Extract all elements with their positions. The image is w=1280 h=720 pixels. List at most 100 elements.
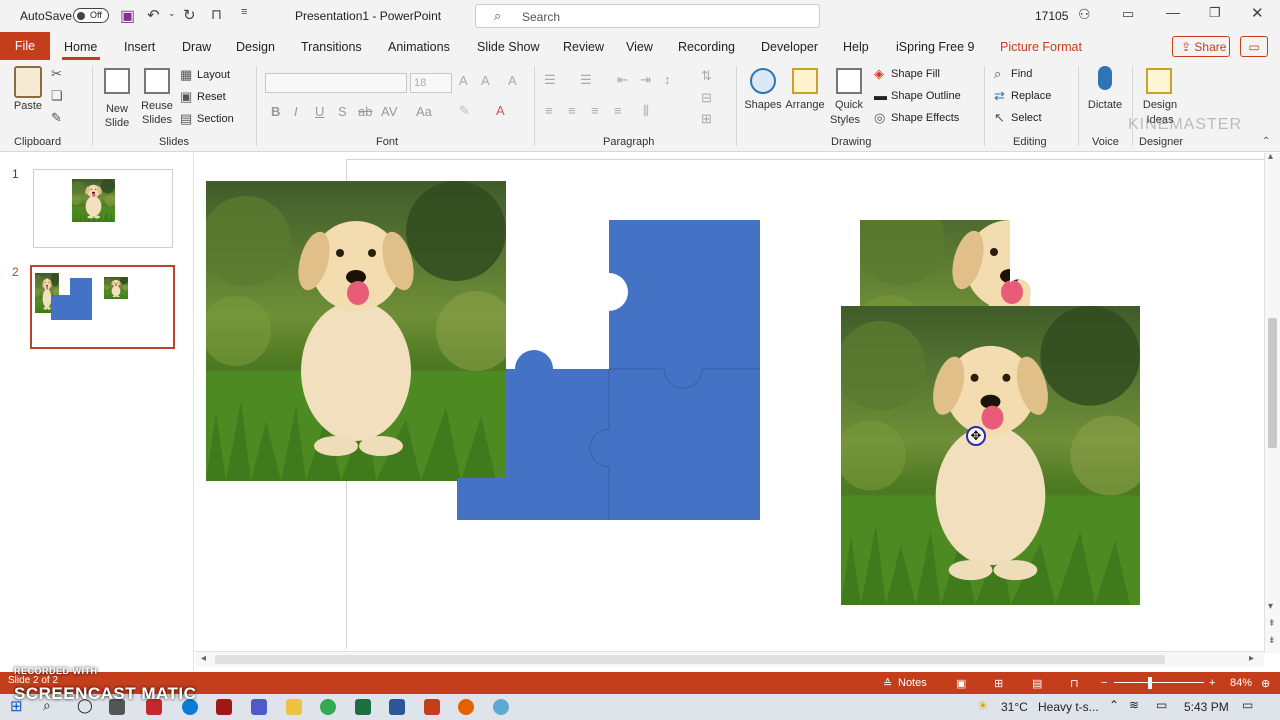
firefox-icon[interactable]: [458, 699, 474, 715]
shape-effects-button[interactable]: Shape Effects: [891, 112, 959, 124]
grow-font-icon[interactable]: A: [459, 73, 468, 88]
tab-insert[interactable]: Insert: [124, 40, 155, 54]
quick-styles-label-2[interactable]: Styles: [824, 114, 866, 126]
battery-icon[interactable]: ▭: [1156, 698, 1167, 712]
save-icon[interactable]: ▣: [120, 6, 135, 26]
shape-fill-button[interactable]: Shape Fill: [891, 68, 940, 80]
teams-icon[interactable]: [251, 699, 267, 715]
tab-developer[interactable]: Developer: [761, 40, 818, 54]
design-ideas-label-1[interactable]: Design: [1138, 99, 1182, 111]
collapse-ribbon-icon[interactable]: ⌃: [1262, 136, 1270, 147]
dog-piece-top-right[interactable]: [860, 220, 1032, 307]
shape-outline-button[interactable]: Shape Outline: [891, 90, 961, 102]
restore-icon[interactable]: ❐: [1209, 5, 1221, 21]
word-icon[interactable]: [389, 699, 405, 715]
line-spacing-icon[interactable]: ↕: [664, 72, 671, 87]
bold-button[interactable]: B: [271, 104, 280, 119]
quick-styles-icon[interactable]: [836, 68, 862, 94]
close-icon[interactable]: ✕: [1251, 4, 1264, 22]
tab-draw[interactable]: Draw: [182, 40, 211, 54]
weather-description[interactable]: Heavy t-s...: [1038, 700, 1099, 714]
dictate-button[interactable]: Dictate: [1082, 99, 1128, 111]
increase-indent-icon[interactable]: ⇥: [640, 72, 651, 88]
font-size-box[interactable]: 18: [410, 73, 452, 93]
undo-dropdown-icon[interactable]: ⌄: [168, 8, 176, 19]
italic-button[interactable]: I: [294, 104, 298, 119]
tab-slide-show[interactable]: Slide Show: [477, 40, 540, 54]
scroll-left-icon[interactable]: ◂: [201, 653, 206, 664]
notes-button[interactable]: Notes: [898, 677, 927, 689]
reuse-slides-label-2[interactable]: Slides: [138, 114, 176, 126]
highlight-icon[interactable]: ✎: [459, 103, 470, 119]
slide-sorter-icon[interactable]: ⊞: [994, 677, 1003, 690]
align-left-icon[interactable]: ≡: [545, 103, 553, 118]
arrange-icon[interactable]: [792, 68, 818, 94]
undo-icon[interactable]: ↶: [147, 6, 160, 24]
underline-button[interactable]: U: [315, 104, 324, 119]
quick-styles-label-1[interactable]: Quick: [828, 99, 870, 111]
scroll-up-icon[interactable]: ▴: [1268, 151, 1273, 162]
notification-icon[interactable]: ▭: [1242, 698, 1253, 712]
decrease-indent-icon[interactable]: ⇤: [617, 72, 628, 88]
microphone-icon[interactable]: [1098, 66, 1112, 90]
redo-icon[interactable]: ↻: [183, 6, 196, 24]
clear-format-icon[interactable]: A: [508, 73, 517, 88]
app-icon-blue[interactable]: [493, 699, 509, 715]
tab-design[interactable]: Design: [236, 40, 275, 54]
strikethrough-button[interactable]: ab: [358, 104, 372, 119]
fit-slide-icon[interactable]: ⊕: [1261, 677, 1270, 690]
file-explorer-icon[interactable]: [286, 699, 302, 715]
tab-animations[interactable]: Animations: [388, 40, 450, 54]
tab-file[interactable]: File: [0, 32, 50, 60]
cut-icon[interactable]: ✂: [51, 66, 62, 82]
previous-slide-icon[interactable]: ⇞: [1268, 618, 1276, 629]
paste-icon[interactable]: [14, 66, 42, 98]
minimize-icon[interactable]: —: [1166, 4, 1180, 20]
slide-canvas[interactable]: ✥: [195, 153, 1264, 653]
reading-view-icon[interactable]: ▤: [1032, 677, 1042, 690]
scroll-right-icon[interactable]: ▸: [1249, 653, 1254, 664]
zoom-out-icon[interactable]: −: [1101, 677, 1107, 689]
chrome-icon[interactable]: [320, 699, 336, 715]
shrink-font-icon[interactable]: A: [481, 73, 490, 88]
slide-thumbnail-1[interactable]: [33, 169, 173, 248]
tab-ispring[interactable]: iSpring Free 9: [896, 40, 975, 54]
change-case-button[interactable]: Aa: [416, 104, 432, 119]
next-slide-icon[interactable]: ⇟: [1268, 635, 1276, 646]
align-text-icon[interactable]: ⊟: [701, 90, 712, 106]
reuse-slides-label-1[interactable]: Reuse: [138, 100, 176, 112]
reuse-slides-icon[interactable]: [144, 68, 170, 94]
char-spacing-button[interactable]: AV: [381, 104, 397, 119]
new-slide-label-1[interactable]: New: [98, 103, 136, 115]
tab-view[interactable]: View: [626, 40, 653, 54]
tab-transitions[interactable]: Transitions: [301, 40, 362, 54]
font-family-box[interactable]: [265, 73, 407, 93]
horizontal-scroll-thumb[interactable]: [215, 655, 1165, 664]
search-box[interactable]: ⌕ Search: [475, 4, 820, 28]
format-painter-icon[interactable]: ✎: [51, 110, 62, 126]
customize-qat-icon[interactable]: ≡: [241, 6, 247, 18]
find-button[interactable]: Find: [1011, 68, 1032, 80]
dog-photo-right[interactable]: [841, 306, 1140, 605]
tab-home[interactable]: Home: [64, 40, 97, 54]
share-button[interactable]: ⇪ Share: [1172, 36, 1230, 57]
design-ideas-icon[interactable]: [1146, 68, 1172, 94]
font-color-icon[interactable]: A: [496, 103, 505, 118]
account-icon[interactable]: ⚇: [1078, 6, 1091, 23]
clock-time[interactable]: 5:43 PM: [1184, 700, 1229, 714]
replace-button[interactable]: Replace: [1011, 90, 1051, 102]
tab-picture-format[interactable]: Picture Format: [1000, 40, 1082, 54]
zoom-in-icon[interactable]: +: [1209, 677, 1215, 689]
bullets-icon[interactable]: ☰: [544, 72, 556, 88]
normal-view-icon[interactable]: ▣: [956, 677, 966, 690]
select-button[interactable]: Select: [1011, 112, 1042, 124]
align-center-icon[interactable]: ≡: [568, 103, 576, 118]
align-right-icon[interactable]: ≡: [591, 103, 599, 118]
tab-recording[interactable]: Recording: [678, 40, 735, 54]
horizontal-scrollbar[interactable]: ◂ ▸: [195, 651, 1264, 667]
excel-icon[interactable]: [355, 699, 371, 715]
arrange-button[interactable]: Arrange: [782, 99, 828, 111]
section-button[interactable]: Section: [197, 113, 234, 125]
text-direction-icon[interactable]: ⇅: [701, 68, 712, 84]
paste-button[interactable]: Paste: [10, 100, 46, 112]
